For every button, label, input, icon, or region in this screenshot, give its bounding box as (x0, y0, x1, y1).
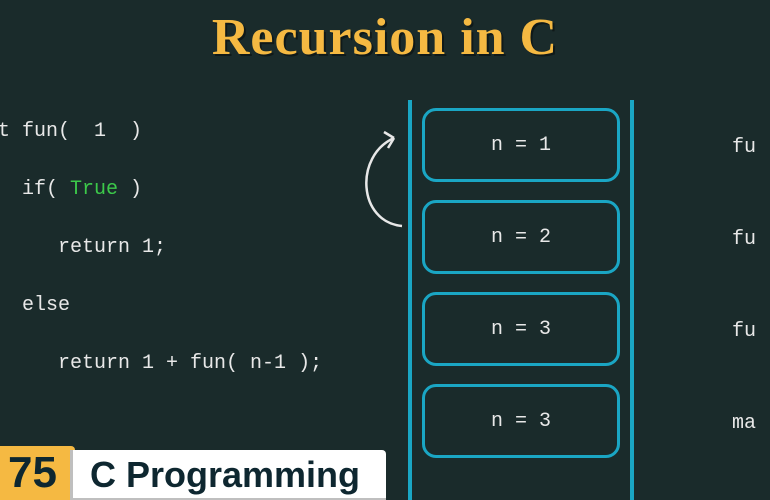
code-text: return 1 + fun( (0, 352, 250, 375)
frame-owner: fu (732, 230, 756, 250)
frame-owner: fu (732, 322, 756, 342)
frame-label: n = 3 (491, 410, 551, 433)
code-text: ); (286, 352, 322, 375)
call-stack: n = 1 n = 2 n = 3 n = 3 (408, 100, 634, 500)
episode-number-badge: 75 (0, 446, 75, 500)
code-text: ) (106, 120, 142, 143)
fun-arg: 1 (94, 120, 106, 143)
frame-label: n = 2 (491, 226, 551, 249)
true-keyword: True (70, 178, 118, 201)
code-if: if( True ) (0, 175, 322, 204)
stack-frame: n = 2 (422, 200, 620, 274)
blank-line (0, 407, 322, 436)
stack-frame: n = 1 (422, 108, 620, 182)
stack-rail (630, 100, 634, 500)
stack-frame: n = 3 (422, 384, 620, 458)
code-return2: return 1 + fun( n-1 ); (0, 349, 322, 378)
code-block: nt fun( 1 ) if( True ) return 1; else re… (0, 88, 322, 500)
frame-label: n = 3 (491, 318, 551, 341)
frame-owner: ma (732, 414, 756, 434)
frame-owner: fu (732, 138, 756, 158)
stack-frame: n = 3 (422, 292, 620, 366)
slide-title: Recursion in C (212, 8, 558, 67)
series-title-badge: C Programming (70, 450, 386, 500)
code-text: nt fun( (0, 120, 94, 143)
code-text: if( (0, 178, 70, 201)
code-fun-sig: nt fun( 1 ) (0, 117, 322, 146)
frame-label: n = 1 (491, 134, 551, 157)
code-text: ) (118, 178, 142, 201)
code-return1: return 1; (0, 233, 322, 262)
recursive-arg: n-1 (250, 352, 286, 375)
stack-rail (408, 100, 412, 500)
code-else: else (0, 291, 322, 320)
